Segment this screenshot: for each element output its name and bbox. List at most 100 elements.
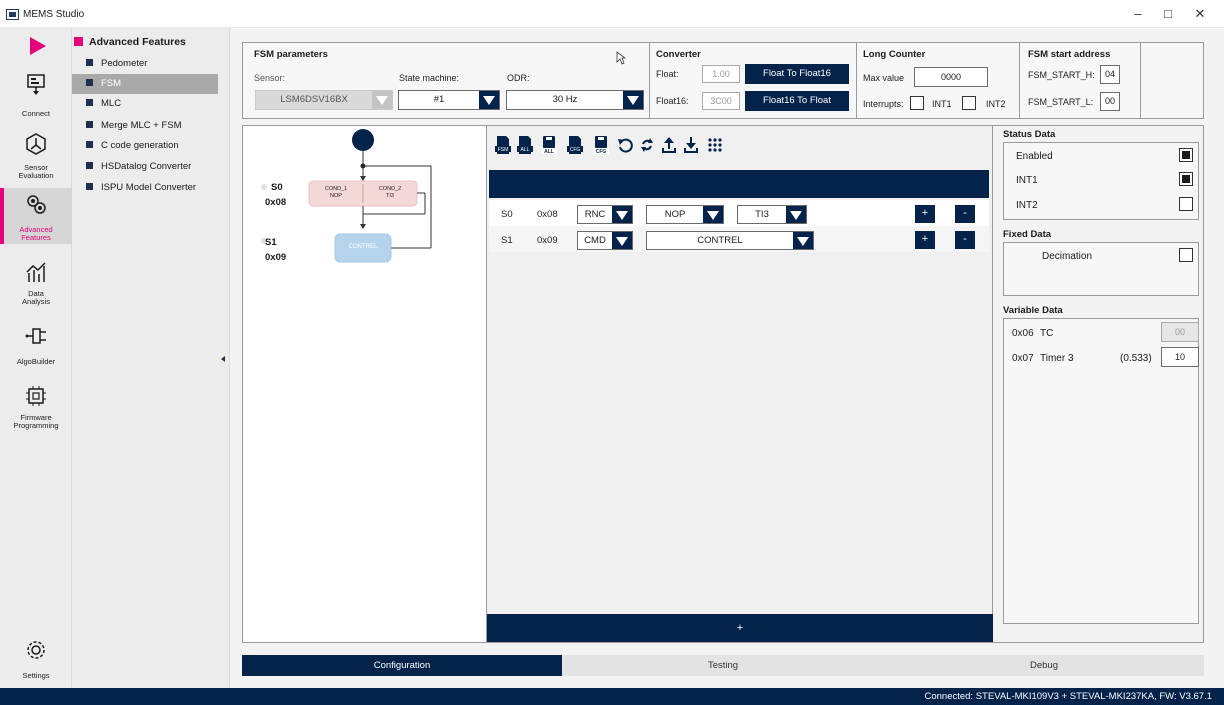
- state-machine-dropdown[interactable]: #1: [398, 90, 500, 110]
- feature-fsm[interactable]: FSM: [72, 74, 218, 94]
- row-command-dropdown[interactable]: RNC: [577, 205, 633, 224]
- decimation-checkbox[interactable]: [1179, 248, 1193, 262]
- nav-algobuilder[interactable]: AlgoBuilder: [0, 320, 72, 376]
- parameters-panel: FSM parameters Sensor: LSM6DSV16BX State…: [242, 42, 1204, 119]
- add-row-button[interactable]: +: [915, 205, 935, 223]
- algobuilder-icon: [25, 328, 46, 344]
- fsm-start-l-input[interactable]: 00: [1100, 92, 1120, 111]
- interrupts-label: Interrupts:: [863, 99, 904, 109]
- state-machine-label: State machine:: [399, 73, 460, 83]
- features-title: Advanced Features: [74, 36, 186, 48]
- collapse-panel-icon[interactable]: [221, 356, 225, 362]
- int1-checkbox[interactable]: [910, 96, 924, 110]
- state-s0-name: S0: [271, 182, 283, 193]
- feature-mlc[interactable]: MLC: [72, 94, 218, 114]
- connection-status: Connected: STEVAL-MKI109V3 + STEVAL-MKI2…: [924, 691, 1212, 702]
- nav-connect[interactable]: Connect: [0, 68, 72, 124]
- tab-testing[interactable]: Testing: [562, 655, 884, 676]
- status-int2-checkbox[interactable]: [1179, 197, 1193, 211]
- row-condition2-dropdown[interactable]: TI3: [737, 205, 807, 224]
- cond2-node[interactable]: COND_2 TI3: [363, 186, 417, 200]
- float16-input[interactable]: 3C00: [702, 92, 740, 110]
- save-all-disk-icon[interactable]: ALL: [541, 135, 557, 155]
- add-row-button[interactable]: +: [915, 231, 935, 249]
- separator: [856, 43, 857, 118]
- svg-text:FSM: FSM: [498, 147, 509, 153]
- status-enabled-checkbox[interactable]: [1179, 148, 1193, 162]
- row-condition1-dropdown[interactable]: CONTREL: [646, 231, 814, 250]
- nav-connect-label: Connect: [22, 109, 50, 118]
- refresh-icon[interactable]: [639, 135, 655, 155]
- grid-icon[interactable]: [707, 135, 723, 155]
- nav-firmware-programming-label: Firmware Programming: [13, 413, 59, 430]
- float-input[interactable]: 1.00: [702, 65, 740, 83]
- state-s1-name: S1: [265, 237, 277, 248]
- feature-merge-mlc-fsm[interactable]: Merge MLC + FSM: [72, 116, 218, 136]
- chart-icon: [26, 262, 46, 282]
- float-to-float16-button[interactable]: Float To Float16: [745, 64, 849, 84]
- save-fsm-icon[interactable]: FSM: [495, 135, 511, 155]
- close-button[interactable]: ✕: [1186, 5, 1214, 23]
- feature-hsdatalog-converter[interactable]: HSDatalog Converter: [72, 157, 218, 177]
- load-cfg-icon[interactable]: CFG: [567, 135, 583, 155]
- add-state-button[interactable]: +: [487, 614, 993, 642]
- sensor-dropdown[interactable]: LSM6DSV16BX: [255, 90, 393, 110]
- variable-tc-input[interactable]: 00: [1161, 322, 1199, 342]
- nav-settings[interactable]: Settings: [0, 634, 72, 690]
- status-int2-label: INT2: [1016, 200, 1038, 211]
- undo-icon[interactable]: [617, 135, 633, 155]
- float16-to-float-button[interactable]: Float16 To Float: [745, 91, 849, 111]
- remove-row-button[interactable]: -: [955, 205, 975, 223]
- fsm-start-h-input[interactable]: 04: [1100, 65, 1120, 84]
- row-state: S1: [501, 235, 513, 246]
- nav-advanced-features[interactable]: Advanced Features: [0, 188, 72, 244]
- svg-text:ALL: ALL: [544, 149, 554, 155]
- nav-data-analysis[interactable]: Data Analysis: [0, 256, 72, 312]
- sensor-evaluation-icon: [26, 133, 46, 155]
- nav-sensor-evaluation[interactable]: Sensor Evaluation: [0, 128, 72, 184]
- features-panel: Advanced Features Pedometer FSM MLC Merg…: [72, 28, 230, 688]
- variable-row-extra: (0.533): [1120, 353, 1152, 364]
- max-value-input[interactable]: 0000: [914, 67, 988, 87]
- sensor-label: Sensor:: [254, 73, 286, 83]
- save-cfg-icon[interactable]: CFG: [593, 135, 609, 155]
- status-enabled-label: Enabled: [1016, 151, 1053, 162]
- feature-ispu-model-converter[interactable]: ISPU Model Converter: [72, 178, 218, 198]
- status-int1-checkbox[interactable]: [1179, 172, 1193, 186]
- minimize-button[interactable]: –: [1124, 5, 1152, 23]
- maximize-button[interactable]: □: [1154, 5, 1182, 23]
- tab-debug[interactable]: Debug: [884, 655, 1204, 676]
- app-logo-icon: [6, 9, 19, 20]
- remove-row-button[interactable]: -: [955, 231, 975, 249]
- fsm-work-area: S0 0x08 S1 0x09 COND_1 NOP COND_2 TI3 CONT…: [242, 125, 1204, 643]
- connect-icon: [27, 74, 45, 95]
- fsm-start-h-label: FSM_START_H:: [1028, 70, 1095, 80]
- play-icon[interactable]: [30, 37, 46, 55]
- odr-dropdown[interactable]: 30 Hz: [506, 90, 644, 110]
- variable-data-title: Variable Data: [1003, 305, 1063, 316]
- download-icon[interactable]: [683, 135, 699, 155]
- float-label: Float:: [656, 69, 679, 79]
- upload-icon[interactable]: [661, 135, 677, 155]
- state-s0-address: 0x08: [265, 197, 287, 208]
- tab-configuration[interactable]: Configuration: [242, 655, 562, 676]
- contrel-node[interactable]: CONTREL: [335, 244, 391, 250]
- feature-c-code-generation[interactable]: C code generation: [72, 136, 218, 156]
- state-s1-address: 0x09: [265, 252, 287, 263]
- nav-firmware-programming[interactable]: Firmware Programming: [0, 380, 72, 436]
- save-all-icon[interactable]: ALL: [517, 135, 533, 155]
- long-counter-title: Long Counter: [863, 49, 926, 60]
- variable-timer3-input[interactable]: 10: [1161, 347, 1199, 367]
- row-command-dropdown[interactable]: CMD: [577, 231, 633, 250]
- feature-pedometer[interactable]: Pedometer: [72, 54, 218, 74]
- cond1-node[interactable]: COND_1 NOP: [309, 186, 363, 200]
- start-node: [352, 129, 374, 151]
- int2-label: INT2: [986, 99, 1006, 109]
- int2-checkbox[interactable]: [962, 96, 976, 110]
- fsm-parameters-title: FSM parameters: [254, 49, 328, 60]
- gears-icon: [27, 195, 46, 214]
- fixed-data-box: Decimation: [1003, 242, 1199, 296]
- row-address: 0x08: [537, 209, 558, 220]
- table-row: S1 0x09 CMD CONTREL + -: [489, 226, 989, 252]
- row-condition1-dropdown[interactable]: NOP: [646, 205, 724, 224]
